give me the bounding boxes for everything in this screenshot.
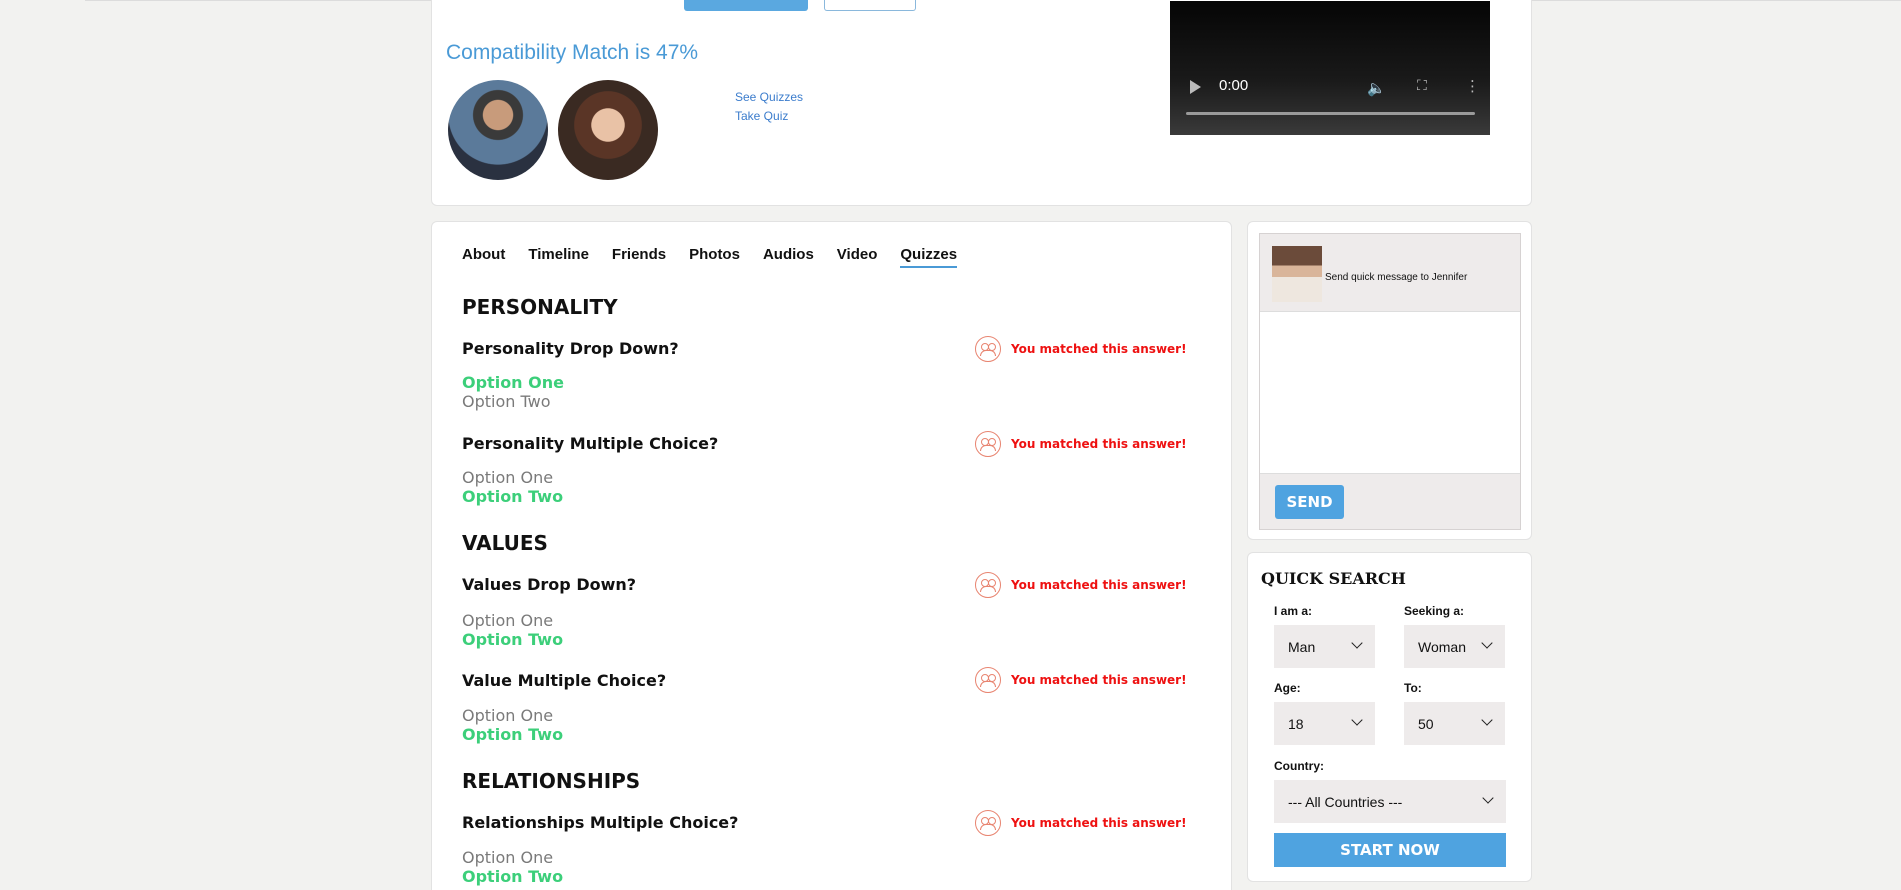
option: Option One (462, 468, 554, 487)
tab-quizzes[interactable]: Quizzes (900, 246, 958, 268)
fullscreen-icon[interactable]: ⛶ (1417, 78, 1427, 94)
option-selected: Option Two (462, 487, 564, 506)
message-textarea[interactable] (1260, 311, 1520, 474)
quick-message-box: Send quick message to Jennifer SEND (1259, 233, 1521, 530)
i-am-label: I am a: (1274, 604, 1313, 618)
age-from-select[interactable]: 18 (1274, 702, 1375, 745)
match-text: You matched this answer! (1011, 342, 1187, 356)
section-title-relationships: RELATIONSHIPS (462, 769, 641, 793)
tab-friends[interactable]: Friends (612, 246, 666, 268)
age-to-select[interactable]: 50 (1404, 702, 1505, 745)
quick-search-card: QUICK SEARCH I am a: Seeking a: Man Woma… (1247, 552, 1532, 882)
option: Option Two (462, 392, 551, 411)
country-value: --- All Countries --- (1288, 793, 1403, 810)
avatar-user (448, 80, 548, 180)
profile-action-button[interactable] (684, 0, 808, 11)
country-label: Country: (1274, 759, 1324, 773)
play-icon[interactable] (1190, 80, 1201, 94)
match-indicator: You matched this answer! (975, 810, 1187, 836)
match-indicator: You matched this answer! (975, 572, 1187, 598)
option-selected: Option Two (462, 725, 564, 744)
tab-audios[interactable]: Audios (763, 246, 814, 268)
age-from-value: 18 (1288, 715, 1304, 732)
tab-photos[interactable]: Photos (689, 246, 740, 268)
compatibility-match: Compatibility Match is 47% (446, 41, 699, 64)
option-selected: Option One (462, 373, 564, 392)
chevron-down-icon (1351, 714, 1363, 726)
seeking-select[interactable]: Woman (1404, 625, 1505, 668)
match-indicator: You matched this answer! (975, 667, 1187, 693)
chevron-down-icon (1351, 637, 1363, 649)
profile-card: Compatibility Match is 47% See Quizzes T… (431, 0, 1532, 206)
option: Option One (462, 848, 554, 867)
option-selected: Option Two (462, 867, 564, 886)
quick-message-card: Send quick message to Jennifer SEND (1247, 221, 1532, 540)
chevron-down-icon (1481, 714, 1493, 726)
start-now-button[interactable]: START NOW (1274, 833, 1506, 867)
tab-about[interactable]: About (462, 246, 505, 268)
section-title-personality: PERSONALITY (462, 295, 618, 319)
quick-search-title: QUICK SEARCH (1261, 569, 1406, 588)
question-title: Relationships Multiple Choice? (462, 813, 739, 832)
seeking-value: Woman (1418, 638, 1466, 655)
avatar-match (558, 80, 658, 180)
see-quizzes-link[interactable]: See Quizzes (735, 88, 803, 107)
i-am-value: Man (1288, 638, 1316, 655)
take-quiz-link[interactable]: Take Quiz (735, 107, 803, 126)
send-button[interactable]: SEND (1275, 485, 1344, 519)
question-title: Value Multiple Choice? (462, 671, 667, 690)
match-text: You matched this answer! (1011, 437, 1187, 451)
age-to-value: 50 (1418, 715, 1434, 732)
profile-secondary-button[interactable] (824, 0, 916, 11)
video-player[interactable]: 0:00 🔈 ⛶ ⋮ (1170, 1, 1490, 135)
option: Option One (462, 706, 554, 725)
tab-video[interactable]: Video (837, 246, 878, 268)
country-select[interactable]: --- All Countries --- (1274, 780, 1506, 823)
tab-timeline[interactable]: Timeline (528, 246, 589, 268)
couple-icon (975, 810, 1001, 836)
match-text: You matched this answer! (1011, 673, 1187, 687)
recipient-avatar (1272, 246, 1322, 302)
quick-message-label: Send quick message to Jennifer (1325, 272, 1468, 283)
video-time: 0:00 (1219, 77, 1249, 94)
video-progress-bar[interactable] (1186, 112, 1475, 115)
match-indicator: You matched this answer! (975, 431, 1187, 457)
chevron-down-icon (1482, 792, 1494, 804)
question-title: Personality Drop Down? (462, 339, 679, 358)
volume-icon[interactable]: 🔈 (1367, 79, 1386, 97)
couple-icon (975, 431, 1001, 457)
quiz-links: See Quizzes Take Quiz (735, 88, 803, 126)
couple-icon (975, 572, 1001, 598)
option-selected: Option Two (462, 630, 564, 649)
couple-icon (975, 336, 1001, 362)
age-label: Age: (1274, 681, 1301, 695)
option: Option One (462, 611, 554, 630)
i-am-select[interactable]: Man (1274, 625, 1375, 668)
profile-tabs: About Timeline Friends Photos Audios Vid… (462, 246, 980, 268)
match-text: You matched this answer! (1011, 816, 1187, 830)
match-text: You matched this answer! (1011, 578, 1187, 592)
match-indicator: You matched this answer! (975, 336, 1187, 362)
section-title-values: VALUES (462, 531, 548, 555)
seeking-label: Seeking a: (1404, 604, 1465, 618)
quiz-panel: About Timeline Friends Photos Audios Vid… (431, 221, 1232, 890)
chevron-down-icon (1481, 637, 1493, 649)
question-title: Personality Multiple Choice? (462, 434, 719, 453)
to-label: To: (1404, 681, 1422, 695)
couple-icon (975, 667, 1001, 693)
more-options-icon[interactable]: ⋮ (1465, 77, 1480, 95)
question-title: Values Drop Down? (462, 575, 637, 594)
